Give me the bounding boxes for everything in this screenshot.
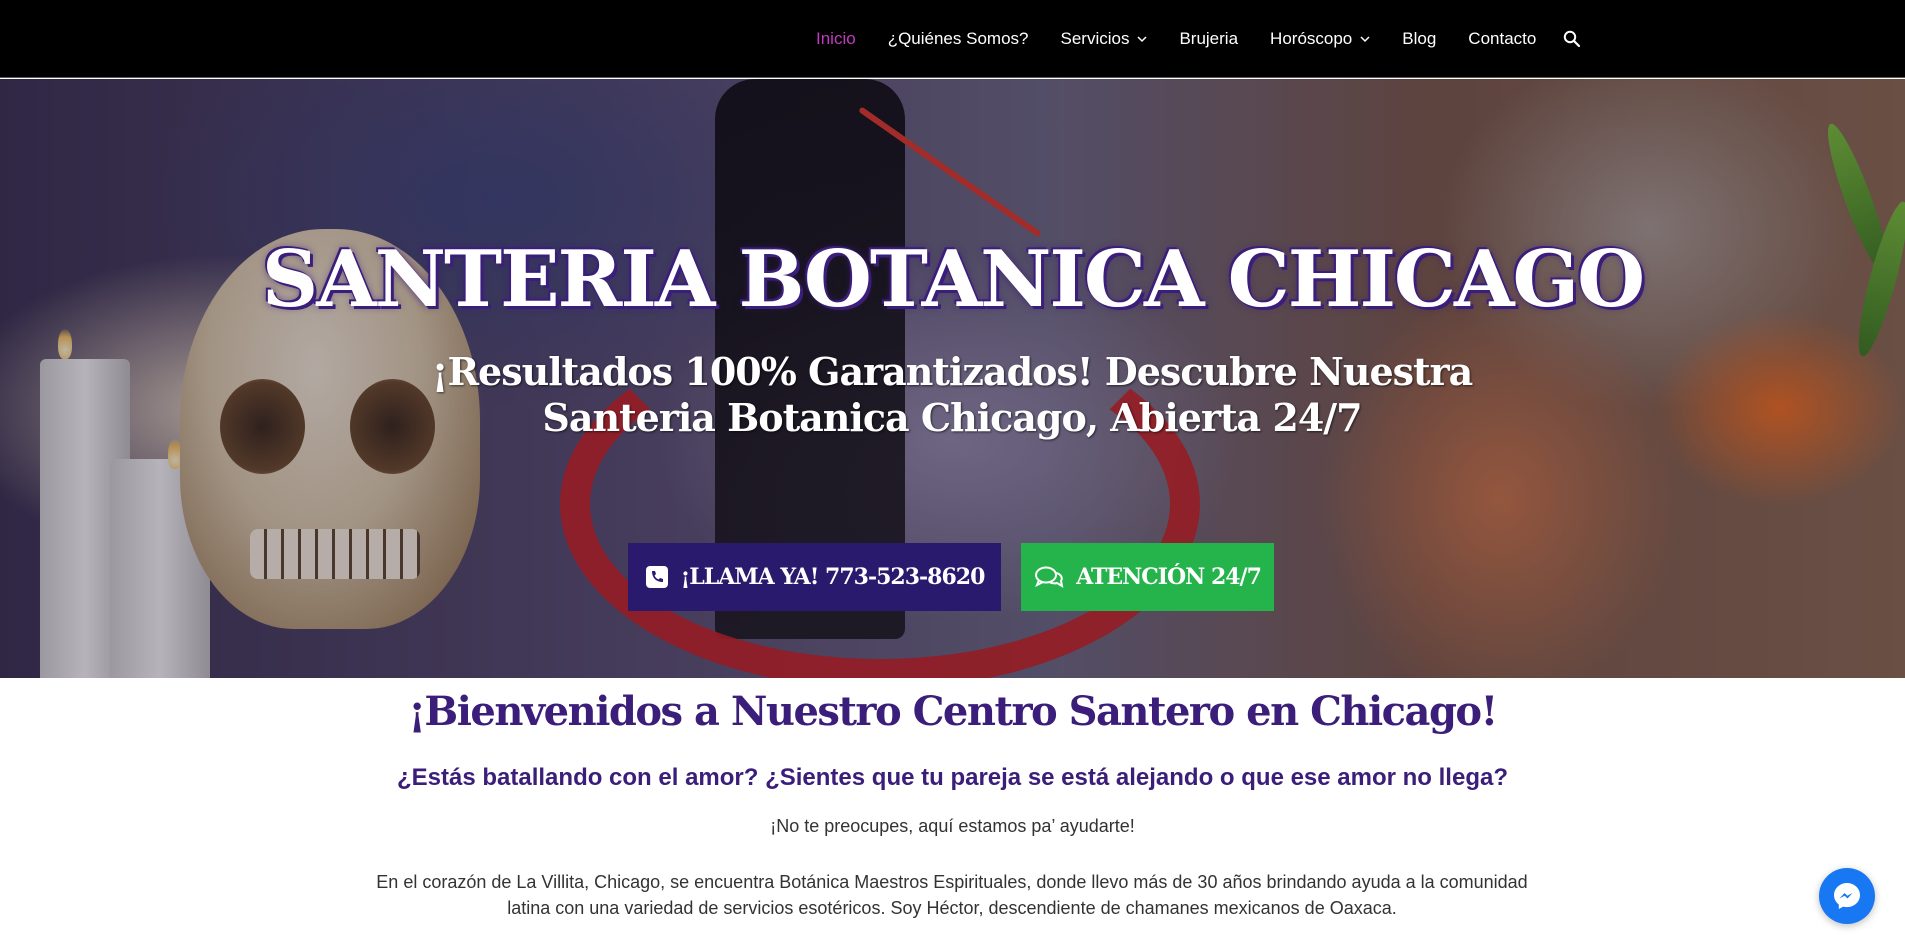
nav-item-horoscopo[interactable]: Horóscopo <box>1254 0 1386 78</box>
messenger-icon <box>1834 883 1860 909</box>
nav-item-label: Contacto <box>1468 29 1537 48</box>
search-button[interactable] <box>1552 0 1592 78</box>
chevron-down-icon <box>1137 36 1147 43</box>
nav-item-inicio[interactable]: Inicio <box>800 0 872 78</box>
welcome-heading: ¡Bienvenidos a Nuestro Centro Santero en… <box>408 688 1498 735</box>
chat-247-button[interactable]: ATENCIÓN 24/7 <box>1021 543 1274 611</box>
nav-item-brujeria[interactable]: Brujeria <box>1163 0 1254 78</box>
nav-item-label: ¿Quiénes Somos? <box>887 29 1029 48</box>
nav-item-blog[interactable]: Blog <box>1386 0 1452 78</box>
chat-button-label: ATENCIÓN 24/7 <box>1076 564 1262 590</box>
nav-item-label: Servicios <box>1060 29 1130 48</box>
nav-item-label: Brujeria <box>1179 29 1239 48</box>
call-button-label: ¡LLAMA YA! 773-523-8620 <box>680 564 986 590</box>
main-nav: Inicio ¿Quiénes Somos? Servicios Brujeri… <box>800 0 1592 78</box>
nav-item-label: Blog <box>1402 29 1437 48</box>
chat-icon <box>1035 566 1064 589</box>
messenger-chat-button[interactable] <box>1819 868 1875 924</box>
nav-item-label: Horóscopo <box>1270 29 1353 48</box>
love-question-heading: ¿Estás batallando con el amor? ¿Sientes … <box>397 764 1508 791</box>
phone-icon <box>645 566 668 588</box>
intro-paragraph: En el corazón de La Villita, Chicago, se… <box>376 872 1528 918</box>
hero-subtitle: ¡Resultados 100% Garantizados! Descubre … <box>431 349 1473 440</box>
nav-item-quienes-somos[interactable]: ¿Quiénes Somos? <box>872 0 1045 78</box>
chevron-down-icon <box>1360 36 1370 43</box>
nav-item-label: Inicio <box>816 29 856 48</box>
reassurance-text: ¡No te preocupes, aquí estamos pa’ ayuda… <box>770 816 1135 836</box>
nav-item-servicios[interactable]: Servicios <box>1044 0 1163 78</box>
call-now-button[interactable]: ¡LLAMA YA! 773-523-8620 <box>628 543 1001 611</box>
nav-item-contacto[interactable]: Contacto <box>1452 0 1552 78</box>
site-header: Inicio ¿Quiénes Somos? Servicios Brujeri… <box>0 0 1905 78</box>
hero-title: SANTERIA BOTANICA CHICAGO <box>261 234 1645 325</box>
search-icon <box>1564 30 1581 48</box>
hero-banner: SANTERIA BOTANICA CHICAGO ¡Resultados 10… <box>0 79 1905 678</box>
